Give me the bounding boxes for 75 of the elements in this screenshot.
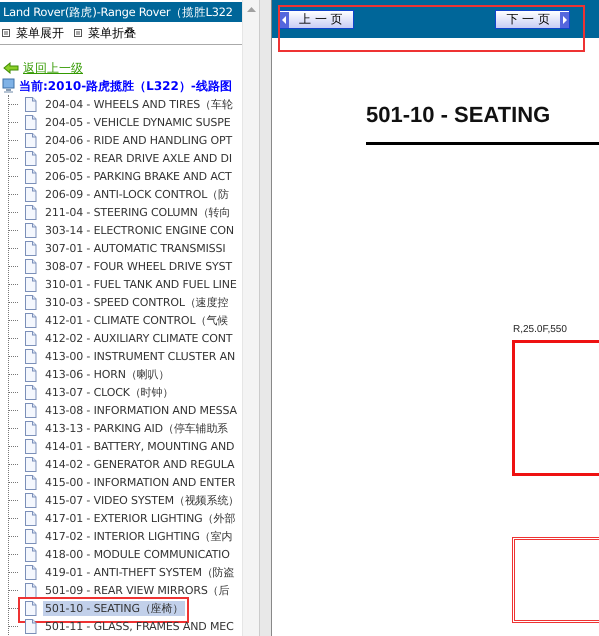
document-icon	[24, 510, 37, 526]
menu-action[interactable]: 菜单折叠	[74, 24, 136, 42]
tree-item[interactable]: 413-13 - PARKING AID（停车辅助系	[43, 420, 230, 436]
tree-item[interactable]: 204-06 - RIDE AND HANDLING OPT	[43, 132, 234, 148]
menu-action[interactable]: 菜单展开	[2, 24, 64, 42]
document-icon	[24, 330, 37, 346]
document-icon	[24, 204, 37, 220]
document-icon	[24, 564, 37, 580]
tree-item[interactable]: 307-01 - AUTOMATIC TRANSMISSI	[43, 240, 228, 256]
list-icon	[74, 29, 82, 37]
tree-item[interactable]: 501-11 - GLASS, FRAMES AND MEC	[43, 618, 236, 634]
document-icon	[24, 150, 37, 166]
document-icon	[24, 582, 37, 598]
tree-item[interactable]: 415-07 - VIDEO SYSTEM（视频系统）	[43, 492, 242, 508]
tree-item[interactable]: 417-02 - INTERIOR LIGHTING（室内	[43, 528, 234, 544]
back-arrow-icon	[3, 62, 19, 74]
tree-item[interactable]: 303-14 - ELECTRONIC ENGINE CON	[43, 222, 236, 238]
computer-icon	[2, 78, 16, 94]
tree-item[interactable]: 412-02 - AUXILIARY CLIMATE CONT	[43, 330, 234, 346]
document-icon	[24, 132, 37, 148]
document-icon	[24, 312, 37, 328]
previous-page-button[interactable]: 上 一 页	[279, 10, 354, 29]
document-icon	[24, 546, 37, 562]
document-icon	[24, 168, 37, 184]
tree-item[interactable]: 206-05 - PARKING BRAKE AND ACT	[43, 168, 234, 184]
document-icon	[24, 222, 37, 238]
tree-item[interactable]: 413-00 - INSTRUMENT CLUSTER AN	[43, 348, 238, 364]
document-icon	[24, 456, 37, 472]
document-heading: 501-10 - SEATING	[366, 102, 552, 128]
tree-item[interactable]: 414-02 - GENERATOR AND REGULA	[43, 456, 236, 472]
document-icon	[24, 528, 37, 544]
document-icon	[24, 258, 37, 274]
tree-item[interactable]: 310-01 - FUEL TANK AND FUEL LINE	[43, 276, 239, 292]
tree-item[interactable]: 417-01 - EXTERIOR LIGHTING（外部	[43, 510, 238, 526]
tree-item[interactable]: 204-05 - VEHICLE DYNAMIC SUSPE	[43, 114, 233, 130]
tree-item[interactable]: 206-09 - ANTI-LOCK CONTROL（防	[43, 186, 231, 202]
tree-item[interactable]: 413-07 - CLOCK（时钟）	[43, 384, 176, 400]
splitter-bar[interactable]	[259, 0, 272, 636]
tree-item[interactable]: 412-01 - CLIMATE CONTROL（气候	[43, 312, 230, 328]
diagram-label: R,25.0F,550	[513, 324, 568, 335]
document-icon	[24, 186, 37, 202]
document-icon	[24, 384, 37, 400]
tree-item[interactable]: 501-09 - REAR VIEW MIRRORS（后	[43, 582, 232, 598]
tree-item[interactable]: 308-07 - FOUR WHEEL DRIVE SYST	[43, 258, 234, 274]
tree-item[interactable]: 415-00 - INFORMATION AND ENTER	[43, 474, 238, 490]
tree-item[interactable]: 413-06 - HORN（喇叭）	[43, 366, 172, 382]
tree-item[interactable]: 205-02 - REAR DRIVE AXLE AND DI	[43, 150, 234, 166]
tree-item[interactable]: 419-01 - ANTI-THEFT SYSTEM（防盗	[43, 564, 236, 580]
next-page-button[interactable]: 下 一 页	[495, 10, 570, 29]
document-icon	[24, 474, 37, 490]
document-icon	[24, 420, 37, 436]
document-icon	[24, 600, 37, 616]
tree-item[interactable]: 418-00 - MODULE COMMUNICATIO	[43, 546, 232, 562]
document-icon	[24, 438, 37, 454]
back-link[interactable]: 返回上一级	[23, 60, 83, 76]
tree-item[interactable]: 204-04 - WHEELS AND TIRES（车轮	[43, 96, 235, 112]
document-icon	[24, 96, 37, 112]
list-icon	[2, 29, 10, 37]
tree-item[interactable]: 310-03 - SPEED CONTROL（速度控	[43, 294, 230, 310]
scroll-up-icon[interactable]	[246, 6, 256, 12]
document-icon	[24, 492, 37, 508]
document-icon	[24, 276, 37, 292]
tree-item[interactable]: 414-01 - BATTERY, MOUNTING AND	[43, 438, 236, 454]
document-icon	[24, 294, 37, 310]
document-icon	[24, 402, 37, 418]
document-icon	[24, 618, 37, 634]
current-location: 当前:2010-路虎揽胜（L322）-线路图	[19, 78, 232, 94]
document-icon	[24, 366, 37, 382]
panel-title: Land Rover(路虎)-Range Rover（揽胜L322	[0, 2, 242, 22]
document-icon	[24, 240, 37, 256]
tree-item[interactable]: 211-04 - STEERING COLUMN（转向	[43, 204, 232, 220]
tree-item[interactable]: 501-10 - SEATING（座椅）	[43, 600, 186, 616]
tree-item[interactable]: 413-08 - INFORMATION AND MESSA	[43, 402, 239, 418]
document-icon	[24, 114, 37, 130]
document-icon	[24, 348, 37, 364]
